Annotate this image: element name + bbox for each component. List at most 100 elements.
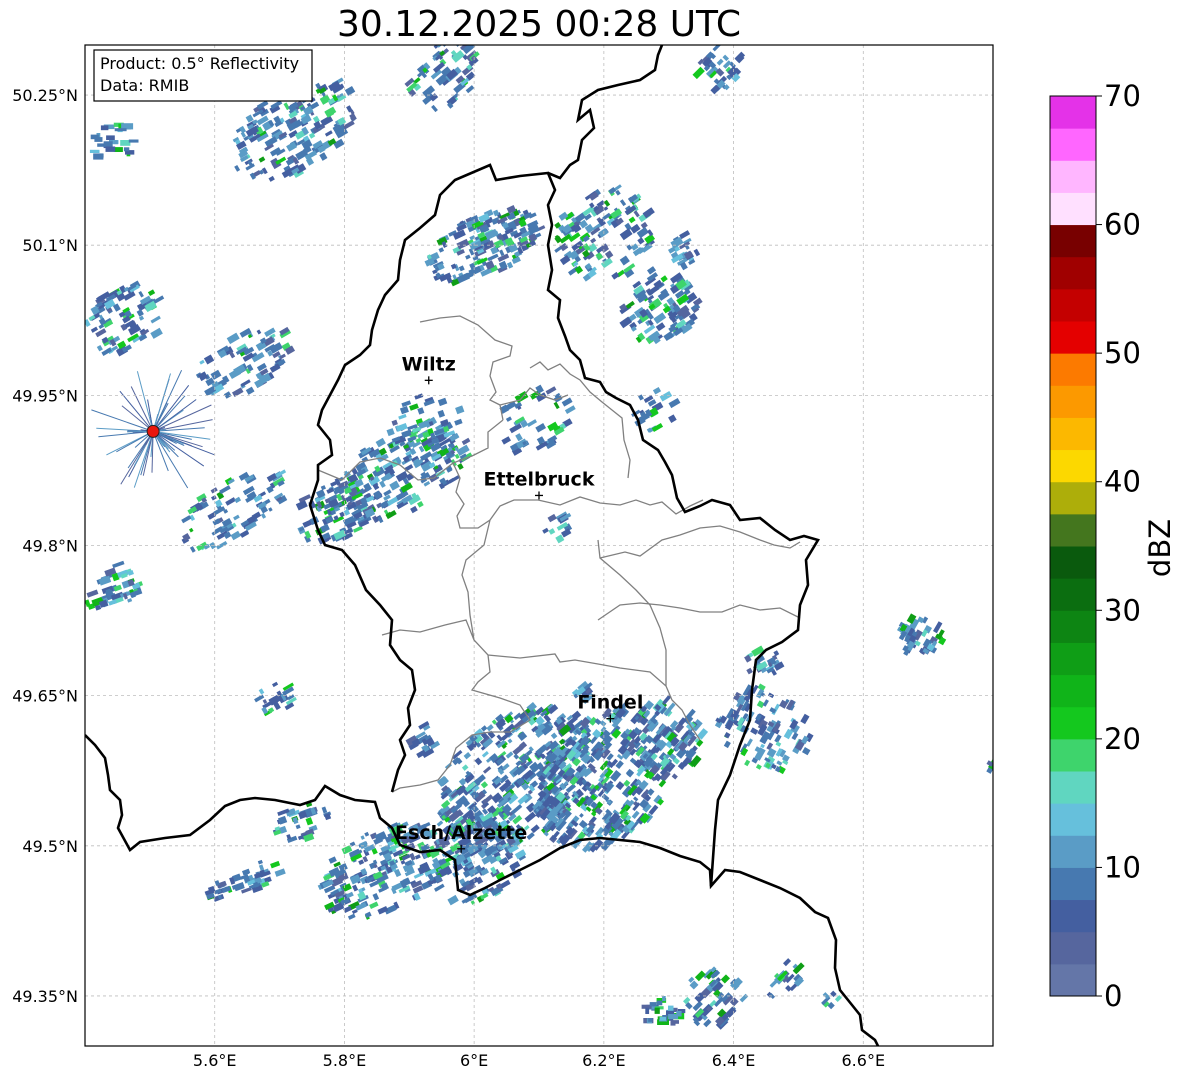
colorbar-segment [1050,321,1096,354]
echo-cell [802,746,811,756]
echo-cell [506,261,514,269]
colorbar-tick-label: 20 [1104,722,1141,756]
echo-cell [234,496,242,504]
echo-cell [268,175,275,182]
colorbar-segment [1050,706,1096,740]
echo-cell [351,909,358,915]
echo-cell [600,257,613,269]
echo-cell [774,734,782,743]
echo-cell [274,868,286,877]
echo-cell [389,480,400,491]
echo-cell [339,511,345,518]
echo-cell [545,386,557,395]
echo-cell [645,1007,650,1014]
colorbar-segment [1050,771,1096,804]
echo-cell [461,764,469,771]
echo-cell [401,429,412,439]
echo-cell [649,1002,657,1007]
echo-cell [465,254,471,260]
echo-cell [391,419,398,426]
echo-cell [138,291,144,298]
echo-cell [755,763,762,770]
echo-cell [461,437,471,446]
echo-cell [189,527,194,533]
echo-cell [230,530,242,541]
colorbar-segment [1050,899,1096,933]
echo-cell [783,958,792,967]
echo-cell [559,242,569,252]
echo-cell [648,1018,653,1022]
echo-cell [692,66,705,80]
echo-cell [720,974,730,984]
colorbar-segment [1050,256,1096,290]
echo-cell [712,45,723,52]
echo-cell [233,514,240,521]
echo-cell [535,423,547,433]
latitude-label: 49.8°N [22,537,78,556]
echo-cell [321,806,328,814]
echo-cell [258,688,265,695]
echo-cell [89,149,100,153]
echo-cell [324,130,333,137]
info-product: Product: 0.5° Reflectivity [100,54,299,73]
echo-cell [548,528,556,535]
echo-cell [668,397,681,409]
echo-cell [386,428,395,437]
echo-cell [181,515,192,524]
echo-cell [203,354,215,365]
colorbar-ticks: 0 10 20 30 40 50 60 70 [1096,79,1141,1013]
echo-cell [542,527,549,534]
echo-cell [256,329,262,335]
echo-cell [440,45,449,47]
colorbar-segment [1050,128,1096,161]
echo-cell [474,757,483,766]
colorbar-label: dBZ [1143,519,1177,577]
echo-cell [344,85,356,96]
echo-cell [517,731,528,742]
echo-cell [114,128,127,132]
echo-cell [127,598,133,603]
echo-cell [100,125,109,131]
echo-cell [615,781,625,791]
echo-cell [501,436,512,445]
echo-cell [791,732,799,741]
longitude-label: 5.6°E [193,1051,237,1070]
echo-cell [431,104,438,113]
echo-cell [561,397,573,407]
echo-cell [631,810,640,820]
echo-cell [106,135,115,140]
echo-cell [438,247,445,253]
echo-cell [775,741,782,747]
colorbar-segment [1050,963,1096,997]
latitude-label: 50.25°N [12,86,78,105]
echo-cell [668,414,677,423]
echo-cell [507,738,513,744]
echo-cell [358,859,365,866]
echo-cell [668,1014,679,1020]
echo-cell [481,808,489,815]
echo-cell [694,970,706,982]
echo-cell [647,788,655,796]
echo-cell [547,513,557,523]
echo-cell [458,265,465,272]
echo-cell [319,152,328,161]
echo-cell [383,489,392,497]
echo-cell [150,315,161,324]
echo-cell [603,199,611,207]
radar-site-marker [146,424,160,438]
echo-cell [268,507,273,512]
echo-cell [463,752,472,760]
echo-cell [90,134,99,140]
colorbar-tick-label: 70 [1104,79,1141,113]
longitude-label: 6°E [460,1051,488,1070]
colorbar-segment [1050,835,1096,868]
echo-cell [225,497,236,506]
echo-cell [399,405,409,415]
echo-cell [105,146,116,152]
clutter-spoke [152,373,171,432]
colorbar-segment [1050,192,1096,226]
echo-cell [189,546,196,553]
colorbar-segment [1050,96,1096,129]
echo-cell [633,210,640,218]
echo-cell [383,494,391,501]
